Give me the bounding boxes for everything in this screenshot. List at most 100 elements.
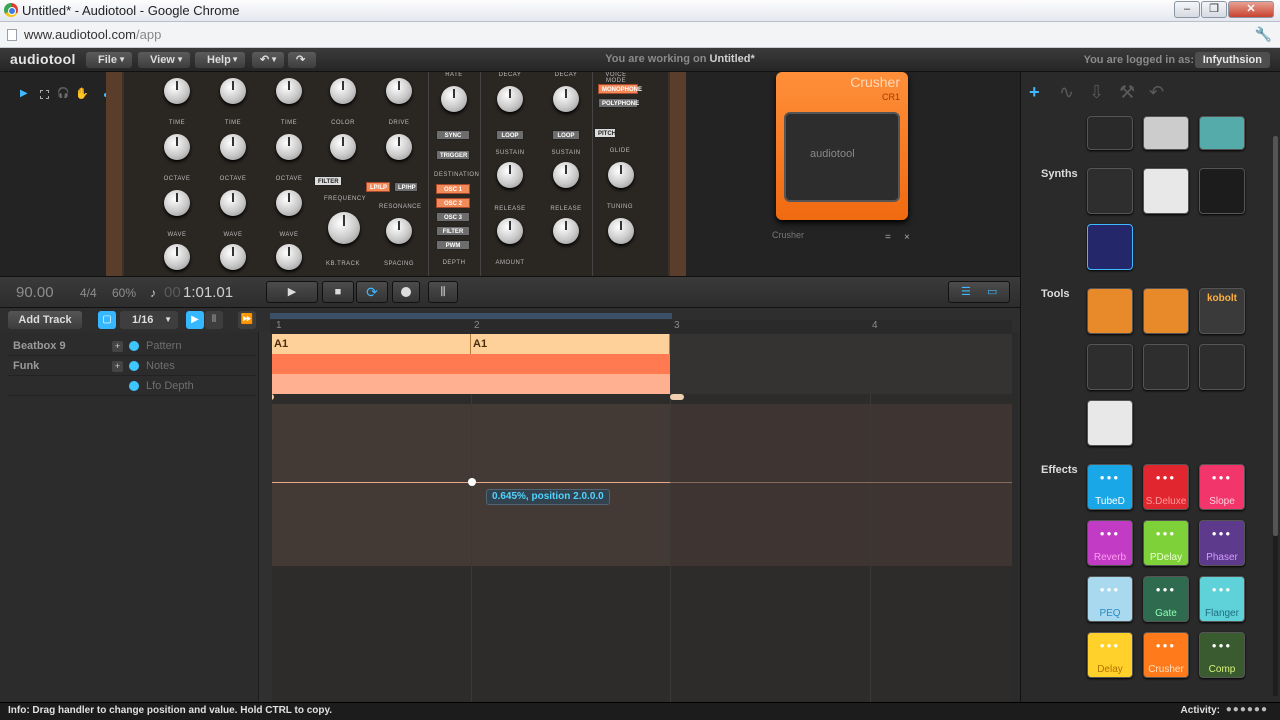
bpm-display[interactable]: 90.00 xyxy=(16,284,54,301)
device-tile-sequencer[interactable] xyxy=(1199,116,1245,150)
arrangement-area[interactable]: A1 A1 xyxy=(272,334,1012,702)
amp-sustain-knob[interactable] xyxy=(553,162,579,188)
trigger-button[interactable]: TRIGGER xyxy=(436,150,470,160)
minimize-button[interactable]: – xyxy=(1174,1,1200,18)
menu-icon[interactable]: = xyxy=(885,232,891,243)
synth-tile-wave[interactable] xyxy=(1087,224,1133,270)
effect-tile[interactable]: ●●● S.Deluxe xyxy=(1143,464,1189,510)
close-window-button[interactable]: ✕ xyxy=(1228,1,1274,18)
expand-track-button[interactable]: + xyxy=(112,361,123,372)
stop-button[interactable]: ■ xyxy=(322,281,354,303)
pitch-button[interactable]: PITCH xyxy=(594,128,616,138)
effect-tile[interactable]: ●●● Comp xyxy=(1199,632,1245,678)
region-start-handle[interactable] xyxy=(272,394,274,400)
track-lane-dot[interactable] xyxy=(129,361,139,371)
loop-button[interactable]: ⟳ xyxy=(356,281,388,303)
drive-knob[interactable] xyxy=(386,134,412,160)
tools-tab-icon[interactable]: ⚒ xyxy=(1119,82,1135,103)
tuning-knob[interactable] xyxy=(608,218,634,244)
drive-knob-top[interactable] xyxy=(386,78,412,104)
wrench-icon[interactable]: 🔧 xyxy=(1255,26,1272,43)
url-text[interactable]: www.audiotool.com/app xyxy=(24,27,161,42)
select-tool-icon[interactable] xyxy=(40,90,49,99)
osc2-octave-knob[interactable] xyxy=(220,190,246,216)
timeline-divider[interactable] xyxy=(258,332,272,702)
osc1-wave-knob[interactable] xyxy=(164,244,190,270)
time-signature[interactable]: 4/4 xyxy=(80,286,97,300)
amp-loop-button[interactable]: LOOP xyxy=(552,130,580,140)
notes-region[interactable] xyxy=(272,354,670,374)
automation-region[interactable] xyxy=(272,374,670,394)
add-track-button[interactable]: Add Track xyxy=(8,311,82,329)
filter-sustain-knob[interactable] xyxy=(497,162,523,188)
lp-hp-button[interactable]: LP/HP xyxy=(394,182,418,192)
effect-tile[interactable]: ●●● PDelay xyxy=(1143,520,1189,566)
dest-osc2-button[interactable]: OSC 2 xyxy=(436,198,470,208)
osc1-knob-top[interactable] xyxy=(164,78,190,104)
effect-tile[interactable]: ●●● Gate xyxy=(1143,576,1189,622)
filter-loop-button[interactable]: LOOP xyxy=(496,130,524,140)
effect-tile[interactable]: ●●● Reverb xyxy=(1087,520,1133,566)
fast-forward-icon[interactable]: ⏩ xyxy=(238,311,256,329)
amp-decay-knob[interactable] xyxy=(553,86,579,112)
frequency-knob[interactable] xyxy=(328,212,360,244)
snap-select[interactable]: 1/16 ▼ xyxy=(120,311,178,329)
automation-editor[interactable] xyxy=(272,404,1012,566)
redo-button[interactable]: ↷ xyxy=(288,52,316,68)
device-tile-drum[interactable] xyxy=(1087,116,1133,150)
track-lane-dot[interactable] xyxy=(129,381,139,391)
filter-button[interactable]: FILTER xyxy=(314,176,342,186)
osc2-knob-top[interactable] xyxy=(220,78,246,104)
timeline-ruler[interactable]: 1 2 3 4 xyxy=(270,320,1012,334)
file-menu[interactable]: File ▼ xyxy=(86,52,132,68)
headphones-icon[interactable]: 🎧 xyxy=(57,88,69,99)
automation-lane-header[interactable]: Lfo Depth xyxy=(8,376,256,396)
effect-tile[interactable]: ●●● Slope xyxy=(1199,464,1245,510)
grid-icon[interactable]: ⫴ xyxy=(205,311,223,329)
resonance-knob[interactable] xyxy=(386,218,412,244)
maximize-button[interactable]: ❐ xyxy=(1201,1,1227,18)
snap-icon[interactable]: ▢ xyxy=(98,311,116,329)
osc3-octave-knob[interactable] xyxy=(276,190,302,216)
tool-tile-faders[interactable] xyxy=(1087,400,1133,446)
amp-release-knob[interactable] xyxy=(553,218,579,244)
play-button[interactable]: ▶ xyxy=(266,281,318,303)
view-menu[interactable]: View ▼ xyxy=(138,52,190,68)
pattern-region[interactable]: A1 xyxy=(272,334,471,354)
track-header[interactable]: Funk + Notes xyxy=(8,356,256,376)
pointer-tool-icon[interactable]: ▶ xyxy=(20,88,28,99)
effect-tile[interactable]: ●●● Crusher xyxy=(1143,632,1189,678)
osc1-time-knob[interactable] xyxy=(164,134,190,160)
effect-tile[interactable]: ●●● Delay xyxy=(1087,632,1133,678)
tool-tile-scope[interactable] xyxy=(1143,344,1189,390)
automation-handle[interactable] xyxy=(468,478,476,486)
tool-tile-mixer[interactable] xyxy=(1087,344,1133,390)
dest-osc3-button[interactable]: OSC 3 xyxy=(436,212,470,222)
filter-release-knob[interactable] xyxy=(497,218,523,244)
lp-lp-button[interactable]: LP/LP xyxy=(366,182,390,192)
timeline-view-icon[interactable]: ☰ xyxy=(961,282,971,302)
noise-knob-top[interactable] xyxy=(330,78,356,104)
tool-tile-forward[interactable] xyxy=(1143,288,1189,334)
crusher-pedal[interactable]: Crusher CR1 audiotool xyxy=(776,72,908,220)
osc3-time-knob[interactable] xyxy=(276,134,302,160)
add-device-tab-icon[interactable]: + xyxy=(1029,82,1040,103)
undo-button[interactable]: ↶ ▼ xyxy=(252,52,284,68)
sync-button[interactable]: SYNC xyxy=(436,130,470,140)
osc1-octave-knob[interactable] xyxy=(164,190,190,216)
osc2-time-knob[interactable] xyxy=(220,134,246,160)
effect-tile[interactable]: ●●● TubeD xyxy=(1087,464,1133,510)
samples-tab-icon[interactable]: ∿ xyxy=(1059,82,1074,103)
effect-tile[interactable]: ●●● PEQ xyxy=(1087,576,1133,622)
desktop-area[interactable]: ▶ 🎧 ✋ 🔒 ⌂ TIME TIME TIME OCTAVE OCTAVE O… xyxy=(0,72,1020,276)
loop-range[interactable] xyxy=(270,313,672,319)
synth-tile-beatbox[interactable] xyxy=(1087,168,1133,214)
history-tab-icon[interactable]: ↶ xyxy=(1149,82,1164,103)
osc2-wave-knob[interactable] xyxy=(220,244,246,270)
follow-playhead-icon[interactable]: ▶ xyxy=(186,311,204,329)
expand-track-button[interactable]: + xyxy=(112,341,123,352)
zoom-level[interactable]: 60% xyxy=(112,286,136,300)
synth-device[interactable]: TIME TIME TIME OCTAVE OCTAVE OCTAVE WAVE… xyxy=(106,72,686,276)
tool-tile-kobolt[interactable]: kobolt xyxy=(1199,288,1245,334)
dest-filter-button[interactable]: FILTER xyxy=(436,226,470,236)
